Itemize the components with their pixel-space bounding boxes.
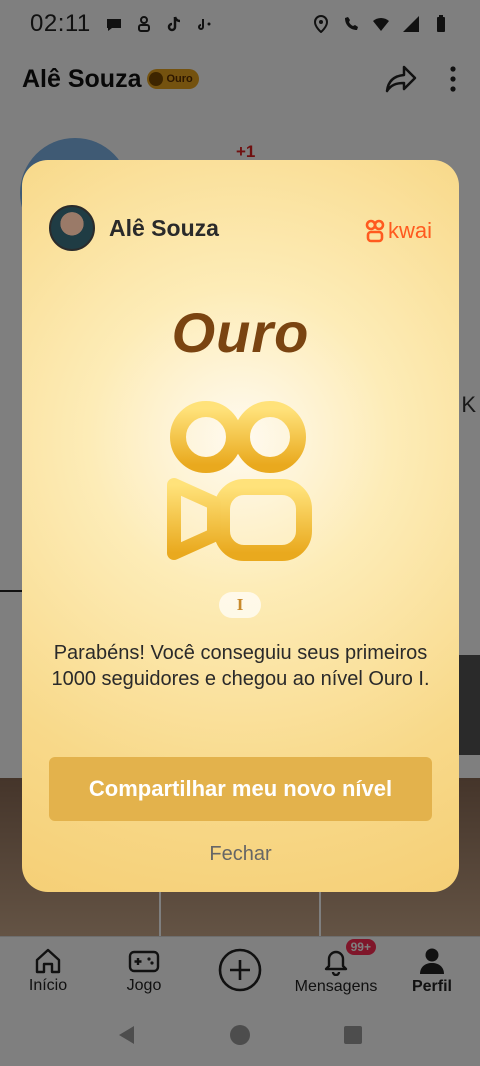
congratulations-message: Parabéns! Você conseguiu seus primeiros …: [51, 642, 430, 690]
close-button[interactable]: Fechar: [22, 843, 459, 866]
kwai-logo-icon: [365, 219, 385, 243]
gold-level-icon: [167, 401, 312, 561]
kwai-logo: kwai: [365, 218, 432, 244]
modal-user: Alê Souza: [49, 205, 219, 251]
level-title: Ouro: [171, 301, 310, 364]
avatar: [49, 205, 95, 251]
brand-name: kwai: [387, 218, 432, 243]
modal-user-name: Alê Souza: [109, 214, 219, 241]
level-up-modal: Alê Souza kwai Ouro I Parabéns! Você con…: [22, 160, 459, 892]
share-level-button[interactable]: Compartilhar meu novo nível: [49, 757, 432, 821]
level-roman-badge: I: [219, 592, 261, 618]
